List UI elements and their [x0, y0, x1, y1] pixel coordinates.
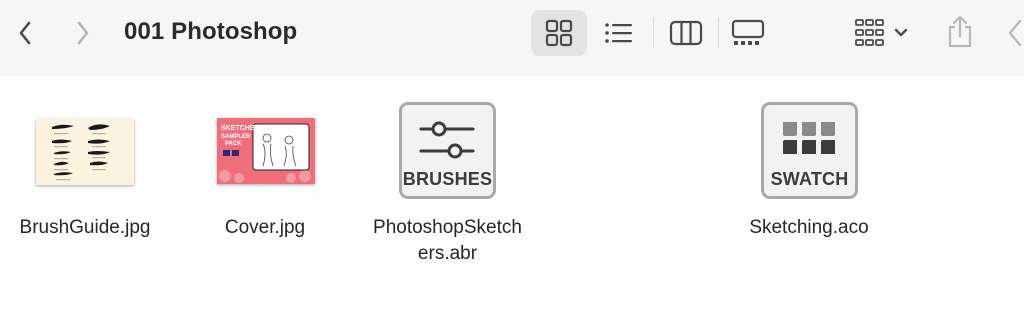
share-icon: [948, 15, 972, 48]
list-view-button[interactable]: [598, 16, 640, 50]
toolbar: 001 Photoshop: [0, 0, 1024, 76]
toolbar-separator: [718, 18, 719, 48]
forward-button[interactable]: [68, 18, 98, 48]
file-name-line-1: PhotoshopSketch: [373, 217, 522, 238]
swatch-file-icon: SWATCH: [761, 102, 858, 199]
list-view-icon: [605, 23, 632, 43]
chevron-right-icon: [77, 21, 89, 45]
file-name: Sketching.aco: [749, 217, 869, 238]
share-button[interactable]: [940, 12, 980, 52]
file-grid: BrushGuide.jpg SKETCHER SAMPLER PACK Cov…: [0, 76, 1024, 324]
back-button[interactable]: [10, 18, 40, 48]
file-name-line-2: ers.abr: [417, 243, 478, 264]
icon-view-grid-icon: [545, 19, 573, 47]
brushes-file-icon: BRUSHES: [399, 102, 496, 199]
brushguide-thumbnail: [36, 119, 134, 185]
group-by-button[interactable]: [848, 14, 914, 52]
cover-text-2: SAMPLER: [221, 134, 251, 140]
chevron-left-icon: [1008, 19, 1022, 47]
file-item[interactable]: BRUSHES PhotoshopSketch ers.abr: [360, 76, 535, 276]
column-view-icon: [669, 20, 703, 46]
icon-view-button[interactable]: [531, 10, 587, 56]
toolbar-separator: [653, 18, 654, 48]
window-title: 001 Photoshop: [124, 18, 298, 45]
cover-text-1: SKETCHER: [221, 125, 260, 132]
swatch-grid-icon: [783, 122, 835, 154]
file-name: BrushGuide.jpg: [19, 217, 151, 238]
cover-art-image: SKETCHER SAMPLER PACK: [217, 118, 315, 184]
sliders-icon: [419, 121, 475, 159]
file-type-badge: BRUSHES: [402, 169, 493, 189]
group-by-icon: [855, 19, 884, 46]
sidebar-edge-chevron[interactable]: [1006, 18, 1024, 48]
gallery-view-button[interactable]: [728, 16, 768, 50]
file-item[interactable]: SKETCHER SAMPLER PACK Cover.jpg: [180, 76, 350, 276]
brush-strokes-image: [52, 124, 110, 181]
file-type-badge: SWATCH: [770, 169, 849, 189]
chevron-left-icon: [19, 21, 31, 45]
gallery-view-icon: [731, 19, 765, 45]
file-item[interactable]: SWATCH Sketching.aco: [724, 76, 894, 276]
column-view-button[interactable]: [665, 16, 707, 50]
chevron-down-icon: [894, 28, 908, 37]
file-item[interactable]: BrushGuide.jpg: [0, 76, 170, 276]
cover-thumbnail: SKETCHER SAMPLER PACK: [217, 118, 315, 184]
cover-text-3: PACK: [225, 141, 242, 147]
file-name: Cover.jpg: [224, 217, 306, 238]
